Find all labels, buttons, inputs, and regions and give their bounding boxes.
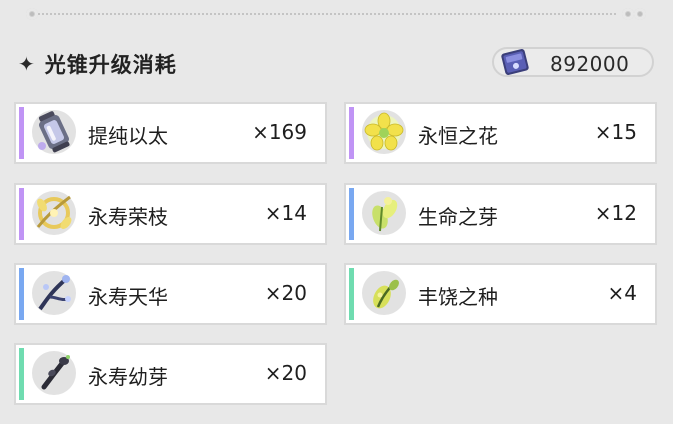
material-quantity: ×169 bbox=[252, 120, 307, 144]
currency-display: 892000 bbox=[492, 47, 654, 77]
rarity-bar-green bbox=[349, 268, 354, 320]
material-card[interactable]: 生命之芽 ×12 bbox=[344, 183, 657, 245]
icon-background bbox=[362, 271, 406, 315]
material-name: 生命之芽 bbox=[418, 205, 498, 229]
material-name: 提纯以太 bbox=[88, 124, 168, 148]
material-card[interactable]: 永恒之花 ×15 bbox=[344, 102, 657, 164]
currency-amount: 892000 bbox=[550, 52, 630, 76]
material-name: 丰饶之种 bbox=[418, 285, 498, 309]
material-card[interactable]: 永寿天华 ×20 bbox=[14, 263, 327, 325]
icon-background bbox=[32, 191, 76, 235]
material-quantity: ×12 bbox=[594, 201, 637, 225]
icon-background bbox=[32, 271, 76, 315]
rarity-bar-blue bbox=[349, 188, 354, 240]
icon-background bbox=[362, 191, 406, 235]
material-card[interactable]: 永寿荣枝 ×14 bbox=[14, 183, 327, 245]
ether-canister-icon bbox=[38, 111, 70, 153]
rarity-bar-blue bbox=[19, 268, 24, 320]
material-name: 永恒之花 bbox=[418, 124, 498, 148]
material-card[interactable]: 永寿幼芽 ×20 bbox=[14, 343, 327, 405]
material-name: 永寿天华 bbox=[88, 285, 168, 309]
rarity-bar-purple bbox=[349, 107, 354, 159]
material-quantity: ×15 bbox=[594, 120, 637, 144]
material-quantity: ×4 bbox=[607, 281, 637, 305]
sparkle-icon: ✦ bbox=[18, 52, 35, 76]
divider-line bbox=[38, 13, 616, 15]
divider-dot-right-inner bbox=[622, 8, 634, 20]
material-name: 永寿荣枝 bbox=[88, 205, 168, 229]
icon-background bbox=[32, 351, 76, 395]
top-divider bbox=[26, 8, 646, 20]
material-quantity: ×20 bbox=[264, 361, 307, 385]
section-header: ✦ 光锥升级消耗 bbox=[18, 48, 177, 80]
material-card[interactable]: 丰饶之种 ×4 bbox=[344, 263, 657, 325]
icon-background bbox=[362, 110, 406, 154]
golden-branch-icon bbox=[36, 195, 72, 229]
material-quantity: ×14 bbox=[264, 201, 307, 225]
divider-dot-left bbox=[26, 8, 38, 20]
seed-icon bbox=[373, 279, 399, 309]
yellow-flower-icon bbox=[364, 112, 404, 151]
icon-background bbox=[32, 110, 76, 154]
green-bud-icon bbox=[372, 197, 398, 232]
material-name: 永寿幼芽 bbox=[88, 365, 168, 389]
dark-sprout-icon bbox=[41, 355, 70, 390]
rarity-bar-purple bbox=[19, 107, 24, 159]
blue-branch-icon bbox=[38, 275, 71, 311]
divider-dot-right-outer bbox=[634, 8, 646, 20]
credit-card-icon bbox=[501, 49, 529, 75]
material-card[interactable]: 提纯以太 ×169 bbox=[14, 102, 327, 164]
section-title: 光锥升级消耗 bbox=[44, 53, 177, 77]
rarity-bar-green bbox=[19, 348, 24, 400]
material-quantity: ×20 bbox=[264, 281, 307, 305]
rarity-bar-purple bbox=[19, 188, 24, 240]
